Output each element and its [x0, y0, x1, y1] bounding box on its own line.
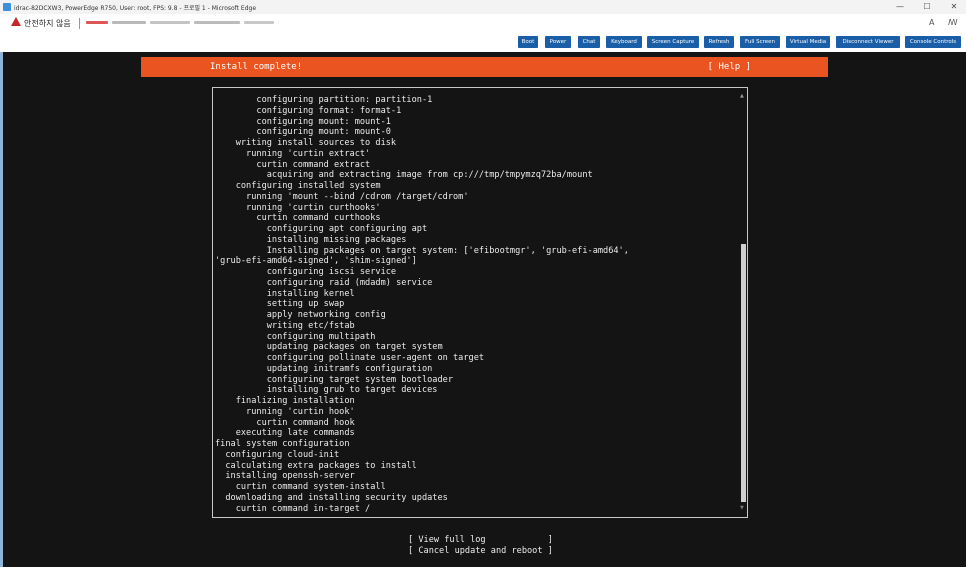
read-aloud-icon[interactable]: A: [929, 18, 934, 27]
minimize-button[interactable]: —: [890, 1, 910, 13]
log-line: configuring apt configuring apt: [215, 224, 428, 234]
log-line: updating initramfs configuration: [215, 363, 433, 374]
cancel-update-reboot-button[interactable]: [ Cancel update and reboot ]: [408, 546, 553, 556]
view-full-log-button[interactable]: [ View full log ]: [408, 535, 553, 545]
address-bar[interactable]: 안전하지 않음 A ꟿ: [0, 14, 966, 34]
log-line: writing etc/fstab: [215, 320, 355, 331]
log-line: configuring target system bootloader: [215, 374, 453, 385]
log-line: configuring iscsi service: [215, 267, 397, 277]
chat-button[interactable]: Chat: [578, 36, 600, 48]
log-line: running 'curtin curthooks': [215, 202, 381, 213]
log-scrollbar-thumb[interactable]: [741, 244, 746, 502]
install-log: configuring partition: partition-1 confi…: [215, 95, 629, 514]
close-button[interactable]: ✕: [944, 1, 964, 13]
log-line: configuring pollinate user-agent on targ…: [215, 353, 485, 363]
immersive-reader-icon[interactable]: ꟿ: [948, 18, 958, 27]
security-warning-label[interactable]: 안전하지 않음: [24, 18, 71, 29]
log-line: 'grub-efi-amd64-signed', 'shim-signed']: [215, 256, 417, 267]
scroll-down-arrow-icon[interactable]: ▼: [740, 505, 744, 511]
address-separator: [79, 18, 80, 29]
log-line: configuring cloud-init: [215, 449, 340, 460]
log-line: running 'curtin extract': [215, 148, 371, 159]
console-controls-button[interactable]: Console Controls: [905, 36, 961, 48]
left-edge-strip: [0, 52, 3, 567]
log-line: installing missing packages: [215, 234, 407, 245]
log-line: curtin command hook: [215, 417, 355, 428]
power-button[interactable]: Power: [545, 36, 571, 48]
keyboard-button[interactable]: Keyboard: [606, 36, 642, 48]
screen-capture-button[interactable]: Screen Capture: [647, 36, 699, 48]
log-line: running 'curtin hook': [215, 406, 355, 417]
installer-title: Install complete!: [210, 62, 303, 72]
log-line: writing install sources to disk: [215, 138, 397, 148]
log-line: running 'mount --bind /cdrom /target/cdr…: [215, 191, 469, 202]
log-line: downloading and installing security upda…: [215, 492, 448, 503]
log-line: configuring multipath: [215, 331, 376, 342]
log-line: Installing packages on target system: ['…: [215, 245, 629, 256]
log-line: curtin command system-install: [215, 482, 386, 492]
log-line: configuring partition: partition-1: [215, 95, 433, 105]
boot-button[interactable]: Boot: [518, 36, 538, 48]
log-line: executing late commands: [215, 428, 355, 439]
maximize-button[interactable]: ☐: [917, 1, 937, 13]
full-screen-button[interactable]: Full Screen: [740, 36, 780, 48]
log-line: installing kernel: [215, 288, 355, 299]
blurred-url[interactable]: [86, 18, 276, 27]
help-button[interactable]: [ Help ]: [708, 62, 751, 72]
log-line: curtin command extract: [215, 159, 371, 170]
log-line: setting up swap: [215, 299, 345, 310]
warning-icon[interactable]: [11, 17, 21, 26]
log-line: configuring raid (mdadm) service: [215, 277, 433, 288]
log-line: final system configuration: [215, 439, 350, 449]
log-line: acquiring and extracting image from cp:/…: [215, 170, 593, 181]
log-line: configuring format: format-1: [215, 105, 402, 116]
console-toolbar: Boot Power Chat Keyboard Screen Capture …: [0, 33, 966, 52]
browser-title-bar: idrac-82DCXW3, PowerEdge R750, User: roo…: [0, 0, 966, 14]
window-title: idrac-82DCXW3, PowerEdge R750, User: roo…: [14, 5, 257, 12]
log-line: configuring mount: mount-1: [215, 116, 391, 127]
installer-header: Install complete! [ Help ]: [141, 57, 828, 77]
log-line: curtin command curthooks: [215, 213, 381, 224]
log-line: calculating extra packages to install: [215, 460, 417, 471]
disconnect-viewer-button[interactable]: Disconnect Viewer: [836, 36, 900, 48]
log-line: installing openssh-server: [215, 471, 355, 482]
refresh-button[interactable]: Refresh: [704, 36, 734, 48]
log-line: finalizing installation: [215, 396, 355, 406]
idrac-app-icon: [3, 3, 11, 11]
log-line: configuring mount: mount-0: [215, 127, 391, 138]
log-line: configuring installed system: [215, 181, 381, 191]
log-line: apply networking config: [215, 310, 386, 320]
log-line: updating packages on target system: [215, 342, 443, 353]
log-line: installing grub to target devices: [215, 385, 438, 396]
log-line: curtin command in-target /: [215, 503, 371, 514]
virtual-media-button[interactable]: Virtual Media: [786, 36, 830, 48]
